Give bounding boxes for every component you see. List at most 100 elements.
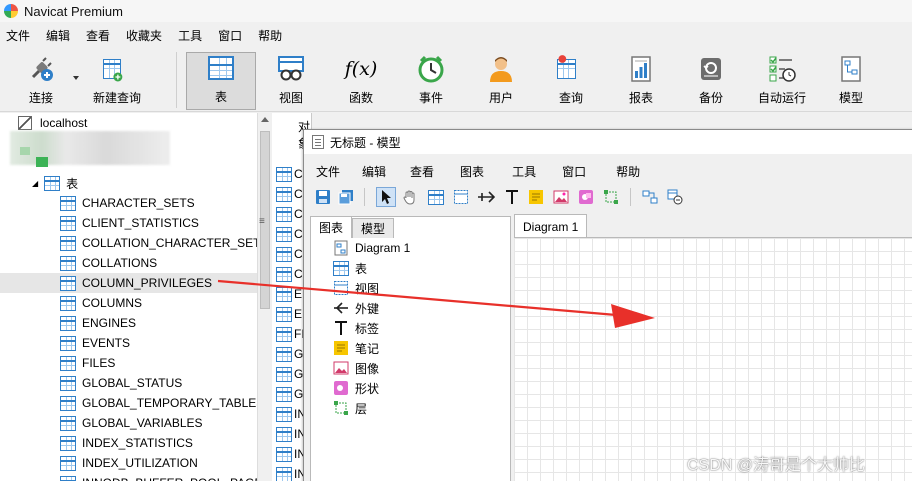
model-menu-view[interactable]: 查看 <box>410 163 434 180</box>
table-row[interactable]: ENGINES <box>60 313 136 333</box>
model-item[interactable]: 外键 <box>333 298 379 318</box>
table-icon <box>276 166 292 182</box>
model-menu-window[interactable]: 窗口 <box>562 163 586 180</box>
user-button[interactable]: 用户 <box>476 52 526 110</box>
model-item[interactable]: Diagram 1 <box>333 238 410 258</box>
table-icon <box>60 435 76 451</box>
model-item[interactable]: 视图 <box>333 278 379 298</box>
table-button[interactable]: 表 <box>186 52 256 110</box>
table-row[interactable]: COLLATION_CHARACTER_SET_ <box>60 233 267 253</box>
connection-tree[interactable]: localhost ◢ 表 CHARACTER_SETS CLIENT_STATI… <box>0 113 272 481</box>
tab-model[interactable]: 模型 <box>352 218 395 238</box>
new-view-tool-icon[interactable] <box>451 187 471 207</box>
auto-run-button[interactable]: 自动运行 <box>754 52 810 110</box>
list-item[interactable]: C <box>276 244 303 264</box>
new-query-button[interactable]: 新建查询 <box>88 52 146 110</box>
query-button[interactable]: 查询 <box>546 52 596 110</box>
table-row[interactable]: COLUMNS <box>60 293 142 313</box>
model-menu-tools[interactable]: 工具 <box>512 163 536 180</box>
foreign-key-tool-icon[interactable] <box>476 187 496 207</box>
note-tool-icon[interactable] <box>526 187 546 207</box>
label-tool-icon[interactable] <box>502 187 522 207</box>
model-menu-help[interactable]: 帮助 <box>616 163 640 180</box>
view-button[interactable]: 视图 <box>266 52 316 110</box>
list-item[interactable]: C <box>276 224 303 244</box>
splitter-grip-icon[interactable]: ≡ <box>259 216 265 227</box>
table-row[interactable]: FILES <box>60 353 115 373</box>
tree-node-tables[interactable]: ◢ 表 <box>32 173 78 193</box>
list-item[interactable]: E <box>276 284 302 304</box>
table-row[interactable]: EVENTS <box>60 333 130 353</box>
list-item[interactable]: E <box>276 304 302 324</box>
tab-diagram[interactable]: 图表 <box>310 216 353 238</box>
table-icon <box>276 346 292 362</box>
menu-tools[interactable]: 工具 <box>171 27 211 44</box>
list-item[interactable]: G <box>276 364 303 384</box>
event-label: 事件 <box>418 91 443 105</box>
watermark-text: CSDN @涛哥是个大帅比 <box>687 457 866 474</box>
connection-button[interactable]: 连接 <box>18 52 64 110</box>
list-item[interactable]: IN <box>276 444 306 464</box>
model-menu-file[interactable]: 文件 <box>316 163 340 180</box>
model-item[interactable]: 层 <box>333 398 367 418</box>
save-icon[interactable] <box>313 187 333 207</box>
list-item[interactable]: C <box>276 184 303 204</box>
list-item[interactable]: G <box>276 384 303 404</box>
shape-tool-icon[interactable] <box>576 187 596 207</box>
table-row[interactable]: GLOBAL_STATUS <box>60 373 182 393</box>
table-row[interactable]: COLLATIONS <box>60 253 157 273</box>
backup-button[interactable]: 备份 <box>686 52 736 110</box>
menu-view[interactable]: 查看 <box>79 27 119 44</box>
event-button[interactable]: 事件 <box>406 52 456 110</box>
tree-connection-localhost[interactable]: localhost <box>18 113 87 133</box>
synchronize-icon[interactable] <box>665 187 685 207</box>
table-row[interactable]: COLUMN_PRIVILEGES <box>0 273 257 293</box>
table-row[interactable]: INNODB_BUFFER_POOL_PAGE <box>60 473 263 481</box>
menu-file[interactable]: 文件 <box>0 27 39 44</box>
model-item[interactable]: 图像 <box>333 358 379 378</box>
list-item[interactable]: C <box>276 264 303 284</box>
layer-tool-icon[interactable] <box>601 187 621 207</box>
object-name: C <box>294 167 303 181</box>
model-menu-diagram[interactable]: 图表 <box>460 163 484 180</box>
table-row[interactable]: GLOBAL_TEMPORARY_TABLES <box>60 393 264 413</box>
auto-layout-icon[interactable] <box>640 187 660 207</box>
scroll-up-arrow-icon[interactable] <box>261 117 269 122</box>
menu-window[interactable]: 窗口 <box>211 27 251 44</box>
list-item[interactable]: IN <box>276 464 306 481</box>
list-item[interactable]: C <box>276 204 303 224</box>
object-name: E <box>294 307 303 321</box>
save-as-icon[interactable] <box>336 187 356 207</box>
menu-edit[interactable]: 编辑 <box>39 27 79 44</box>
tree-scrollbar[interactable] <box>257 113 272 481</box>
new-table-tool-icon[interactable] <box>426 187 446 207</box>
model-button[interactable]: 模型 <box>826 52 876 110</box>
report-button[interactable]: 报表 <box>616 52 666 110</box>
list-item[interactable]: C <box>276 164 303 184</box>
table-row[interactable]: INDEX_STATISTICS <box>60 433 193 453</box>
connection-dropdown-arrow-icon[interactable] <box>73 76 79 80</box>
table-row[interactable]: INDEX_UTILIZATION <box>60 453 198 473</box>
model-menu-edit[interactable]: 编辑 <box>362 163 386 180</box>
image-tool-icon[interactable] <box>551 187 571 207</box>
table-row[interactable]: GLOBAL_VARIABLES <box>60 413 203 433</box>
menu-favorites[interactable]: 收藏夹 <box>119 27 171 44</box>
diagram-canvas[interactable] <box>514 237 912 481</box>
pointer-tool-icon[interactable] <box>376 187 396 207</box>
table-icon <box>276 366 292 382</box>
list-item[interactable]: IN <box>276 424 306 444</box>
list-item[interactable]: FI <box>276 324 305 344</box>
list-item[interactable]: IN <box>276 404 306 424</box>
table-row[interactable]: CLIENT_STATISTICS <box>60 213 199 233</box>
list-item[interactable]: G <box>276 344 303 364</box>
model-item[interactable]: 形状 <box>333 378 379 398</box>
hand-tool-icon[interactable] <box>400 187 420 207</box>
function-button[interactable]: f(x) 函数 <box>336 52 386 110</box>
collapse-triangle-icon[interactable]: ◢ <box>32 179 38 188</box>
tab-diagram-1[interactable]: Diagram 1 <box>514 214 588 238</box>
menu-help[interactable]: 帮助 <box>251 27 291 44</box>
model-item[interactable]: 标签 <box>333 318 379 338</box>
model-item[interactable]: 笔记 <box>333 338 379 358</box>
model-item[interactable]: 表 <box>333 258 367 278</box>
table-row[interactable]: CHARACTER_SETS <box>60 193 195 213</box>
